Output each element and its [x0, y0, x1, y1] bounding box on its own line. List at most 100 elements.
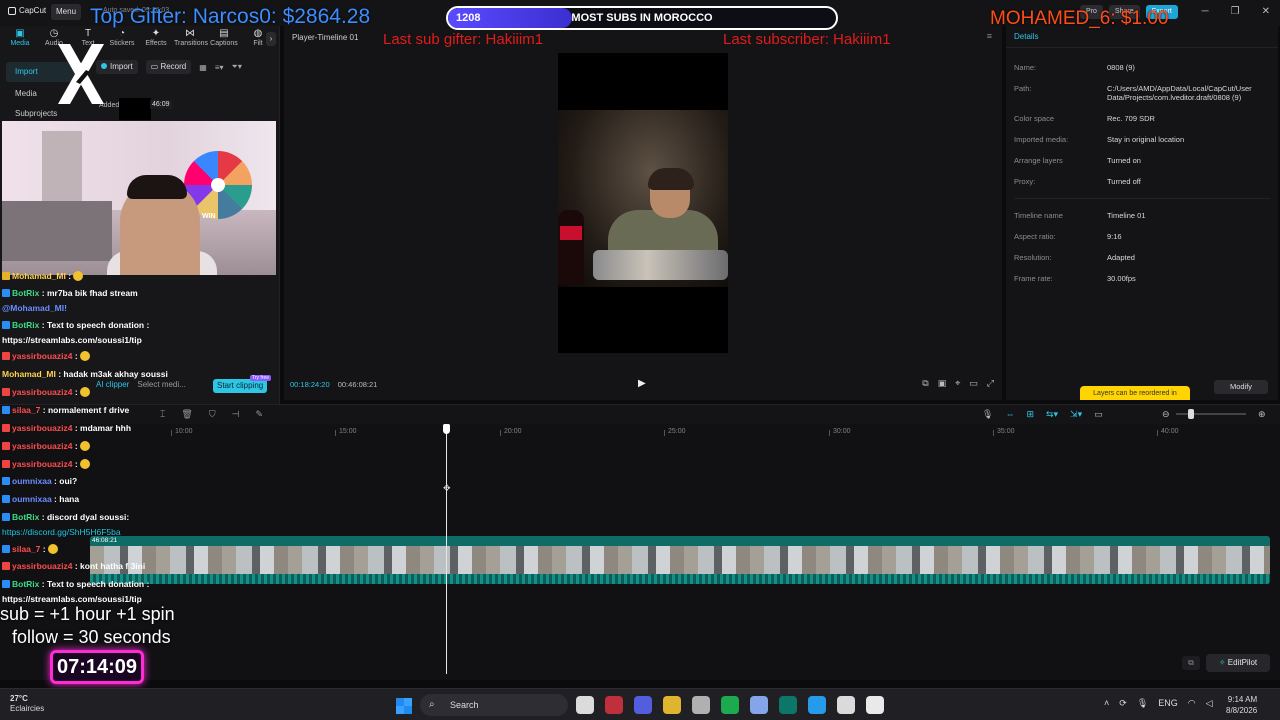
detail-value-imported: Stay in original location [1107, 135, 1185, 144]
ruler-label: 25:00 [668, 428, 686, 435]
taskbar-app-icon[interactable] [634, 696, 652, 714]
taskbar-search[interactable]: ⌕ Search [420, 694, 568, 716]
sort-icon[interactable]: ≡▾ [215, 63, 224, 72]
menu-button[interactable]: Menu [51, 4, 82, 20]
mic-icon[interactable]: 🎙 [982, 409, 993, 420]
zoom-out-icon[interactable]: ⊖ [1162, 409, 1170, 420]
taskbar: 27°C Eclaircies ⌕ Search ˄ ⟳ 🎙 ENG ◠ ◁ 9… [0, 688, 1280, 720]
modify-button[interactable]: Modify [1214, 380, 1268, 394]
tab-stickers[interactable]: ◔ Stickers [106, 28, 138, 47]
quality-icon[interactable]: ▣ [938, 378, 947, 389]
tab-transitions[interactable]: ⋈ Transitions [174, 28, 208, 47]
snapshot-icon[interactable]: ⌖ [955, 378, 960, 389]
wifi-icon[interactable]: ◠ [1188, 698, 1196, 709]
player-menu-icon[interactable]: ≡ [987, 31, 992, 41]
preview-axis-icon[interactable]: ⇲▾ [1070, 409, 1082, 420]
taskbar-app-icon[interactable] [721, 696, 739, 714]
playhead-handle[interactable] [443, 424, 450, 434]
tab-effects[interactable]: ✦ Effects [140, 28, 172, 47]
sub-goal-count: 1208 [456, 12, 481, 24]
emote-icon [80, 441, 91, 451]
split-icon[interactable]: ⌶ [160, 409, 165, 420]
taskbar-app-icon[interactable] [692, 696, 710, 714]
chat-message: BotRix : Text to speech donation : [2, 319, 149, 331]
tool-tabs: ▣ Media ◷ Audio T Text ◔ Stickers ✦ Effects ⋈… [4, 28, 274, 47]
detail-value-aspect: 9:16 [1107, 232, 1122, 241]
taskbar-app-icon[interactable] [576, 696, 594, 714]
taskbar-app-icon[interactable] [663, 696, 681, 714]
language-indicator[interactable]: ENG [1158, 698, 1178, 709]
play-icon[interactable]: ▶ [638, 378, 646, 389]
chat-badge-icon [2, 460, 10, 468]
close-icon[interactable]: ✕ [1262, 6, 1270, 17]
maximize-icon[interactable]: ❐ [1231, 6, 1240, 17]
link-icon[interactable]: ⇔ [1005, 409, 1014, 420]
chat-badge-icon [2, 477, 10, 485]
magnet-icon[interactable]: ⊞ [1026, 409, 1034, 420]
snap-icon[interactable]: ⇆▾ [1046, 409, 1058, 420]
detail-label-colorspace: Color space [1014, 114, 1055, 123]
chat-message: yassirbouaziz4 : [2, 440, 91, 452]
record-button[interactable]: ▭ Record [145, 60, 192, 74]
detail-value-layers: Turned on [1107, 156, 1141, 165]
chat-username: oumnixaa [12, 476, 52, 486]
chat-username: BotRix [12, 512, 40, 522]
cola-bottle [558, 210, 584, 284]
clip-duration: 46:08:21 [92, 537, 118, 544]
top-gifter-overlay: Top Gifter: Narcos0: $2864.28 [90, 5, 371, 28]
playhead[interactable] [446, 424, 447, 674]
clock-time: 9:14 AM [1227, 695, 1258, 704]
chat-username: oumnixaa [12, 494, 52, 504]
delete-icon[interactable]: 🗑 [181, 409, 192, 420]
tray-chevron-icon[interactable]: ˄ [1104, 698, 1109, 709]
fullscreen-icon[interactable]: ⤢ [987, 378, 994, 389]
editpilot-button[interactable]: ✧ EditPilot [1206, 654, 1270, 672]
video-track-clip[interactable] [90, 536, 1270, 584]
crop-icon[interactable]: ⧉ [922, 378, 928, 389]
pen-icon[interactable]: ✎ [255, 409, 263, 420]
tabs-scroll-right-icon[interactable]: › [266, 32, 276, 46]
chat-message: yassirbouaziz4 : [2, 458, 91, 470]
windows-start-icon[interactable] [396, 698, 412, 714]
chat-badge-icon [2, 352, 10, 360]
sync-icon[interactable]: ⟳ [1119, 698, 1127, 709]
ai-clipper-select[interactable]: Select medi... [137, 380, 185, 389]
filter-icon[interactable]: ⏷▾ [232, 62, 242, 72]
media-thumbnail[interactable] [119, 98, 151, 120]
captions-track-icon[interactable]: ▭ [1094, 409, 1103, 420]
chat-message: oumnixaa : hana [2, 493, 79, 505]
taskbar-clock[interactable]: 9:14 AM 8/8/2026 [1226, 694, 1257, 716]
tab-captions[interactable]: ▤ Captions [208, 28, 240, 47]
zoom-in-icon[interactable]: ⊕ [1258, 409, 1266, 420]
taskbar-app-icon[interactable] [808, 696, 826, 714]
shield-icon[interactable]: ⛉ [209, 409, 216, 420]
tab-media[interactable]: ▣ Media [4, 28, 36, 47]
grid-view-icon[interactable]: ▦ [199, 63, 207, 72]
video-preview[interactable] [558, 53, 728, 353]
player-panel: Player-Timeline 01 ≡ 00:18:24:20 00:46:0… [284, 26, 1002, 400]
emote-icon [73, 271, 84, 281]
chat-text: hadak m3ak akhay soussi [63, 369, 168, 379]
taskbar-app-icon[interactable] [750, 696, 768, 714]
taskbar-app-icon[interactable] [605, 696, 623, 714]
zoom-slider[interactable] [1176, 413, 1246, 415]
weather-widget[interactable]: 27°C Eclaircies [10, 694, 44, 714]
zoom-slider-handle[interactable] [1188, 409, 1194, 419]
timeline-right-tools: 🎙 ⇔ ⊞ ⇆▾ ⇲▾ ▭ [982, 409, 1103, 420]
screen-icon[interactable]: ⧉ [1182, 656, 1200, 670]
media-toolbar: Import ▭ Record ▦ ≡▾ ⏷▾ [96, 60, 242, 74]
minimize-icon[interactable]: ─ [1202, 6, 1209, 17]
split-right-icon[interactable]: ⊣ [232, 409, 240, 420]
webcam-feed: WIN [2, 121, 276, 275]
ruler-label: 10:00 [175, 428, 193, 435]
microphone-icon[interactable]: 🎙 [1137, 698, 1148, 709]
detail-label-path: Path: [1014, 84, 1032, 93]
taskbar-app-icon[interactable] [866, 696, 884, 714]
start-clipping-button[interactable]: Start clipping [213, 379, 268, 393]
volume-icon[interactable]: ◁ [1206, 698, 1213, 709]
chat-username: yassirbouaziz4 [12, 441, 73, 451]
taskbar-app-icon[interactable] [837, 696, 855, 714]
chat-username: BotRix [12, 288, 40, 298]
ratio-icon[interactable]: ▭ [969, 378, 978, 389]
taskbar-app-icon[interactable] [779, 696, 797, 714]
